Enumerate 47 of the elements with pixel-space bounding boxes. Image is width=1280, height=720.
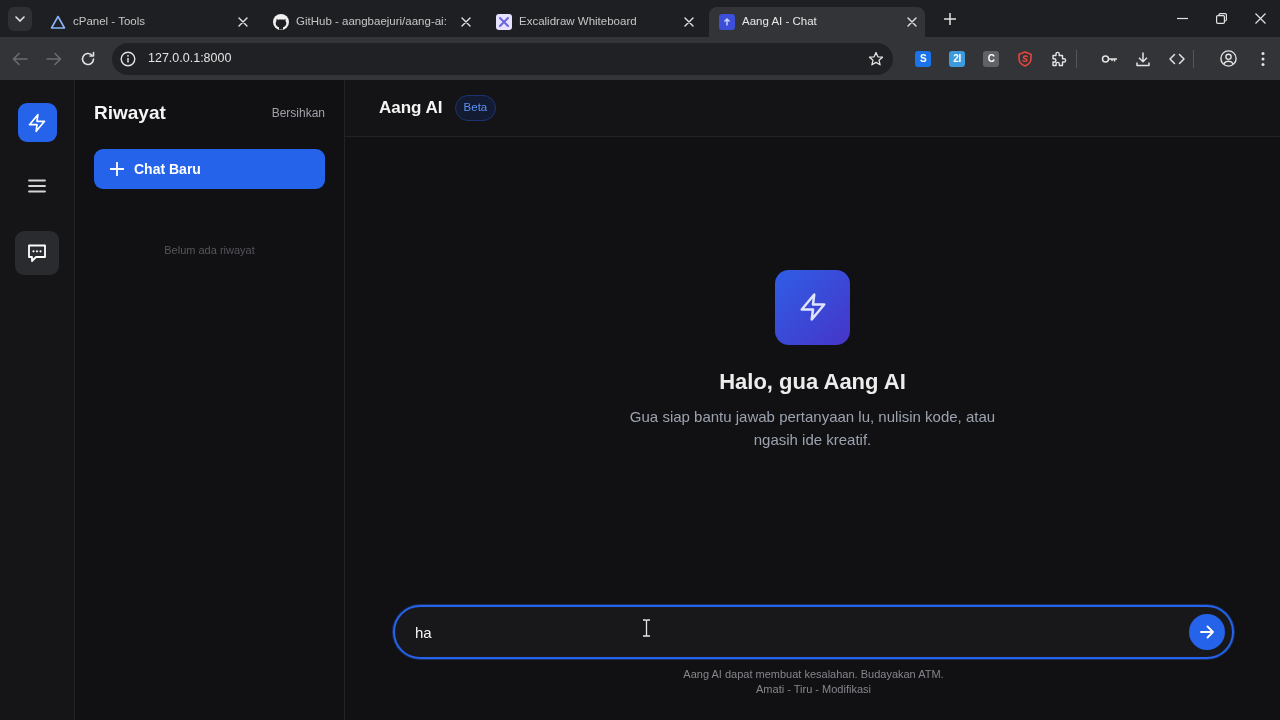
beta-badge: Beta — [454, 95, 497, 121]
close-icon[interactable] — [1255, 13, 1266, 24]
chat-title: Aang AI — [379, 97, 443, 120]
plus-icon — [110, 162, 124, 176]
chevron-down-icon[interactable] — [15, 15, 25, 22]
site-logo-icon — [50, 14, 66, 30]
menu-icon — [28, 179, 46, 193]
new-chat-button[interactable]: Chat Baru — [94, 149, 325, 189]
extension-button[interactable]: S — [915, 50, 931, 67]
close-icon[interactable] — [907, 17, 917, 27]
clear-history-link[interactable]: Bersihkan — [271, 104, 325, 122]
browser-tab[interactable]: Aang AI - Chat — [709, 7, 925, 37]
extension-button[interactable]: C — [983, 50, 999, 67]
shield-icon[interactable] — [1017, 50, 1033, 67]
more-options-icon[interactable] — [1261, 50, 1265, 67]
close-icon[interactable] — [461, 17, 471, 27]
browser-tab[interactable]: GitHub - aangbaejuri/aang-ai: — [263, 7, 479, 37]
chat-nav-button[interactable] — [15, 231, 59, 275]
site-logo-icon — [496, 14, 512, 30]
profile-icon[interactable] — [1220, 50, 1237, 67]
browser-tab[interactable]: Excalidraw Whiteboard — [486, 7, 702, 37]
footer-note: Amati - Tiru - Modifikasi — [755, 682, 872, 697]
message-input[interactable]: ha — [393, 605, 1234, 659]
text-cursor-icon — [642, 619, 651, 637]
tab-list-button[interactable] — [8, 6, 32, 31]
arrow-right-icon — [1200, 625, 1214, 639]
site-logo-icon — [719, 14, 735, 30]
bolt-logo-icon — [775, 269, 850, 345]
empty-history-text: Belum ada riwayat — [164, 243, 255, 257]
restore-icon[interactable] — [1216, 13, 1227, 24]
download-icon[interactable] — [1135, 50, 1151, 67]
close-icon[interactable] — [238, 17, 248, 27]
chat-bubble-icon — [27, 243, 47, 263]
sidebar-title: Riwayat — [94, 101, 166, 125]
bolt-logo-icon — [17, 103, 57, 142]
address-bar[interactable]: 127.0.0.1:8000 — [112, 42, 893, 75]
star-icon[interactable] — [868, 50, 884, 67]
reload-icon[interactable] — [80, 50, 96, 67]
browser-tab[interactable]: cPanel - Tools — [40, 7, 256, 37]
new-tab-icon[interactable] — [944, 12, 956, 25]
info-icon[interactable] — [120, 50, 136, 67]
close-icon[interactable] — [684, 17, 694, 27]
welcome-text: Gua siap bantu jawab pertanyaan lu, nulisin kode, atau ngasih ide kreatif. — [628, 406, 997, 450]
site-logo-icon — [273, 14, 289, 30]
footer-note: Aang AI dapat membuat kesalahan. Budayakan ATM. — [682, 667, 945, 682]
welcome-heading: Halo, gua Aang AI — [719, 367, 906, 396]
puzzle-icon[interactable] — [1051, 50, 1067, 67]
